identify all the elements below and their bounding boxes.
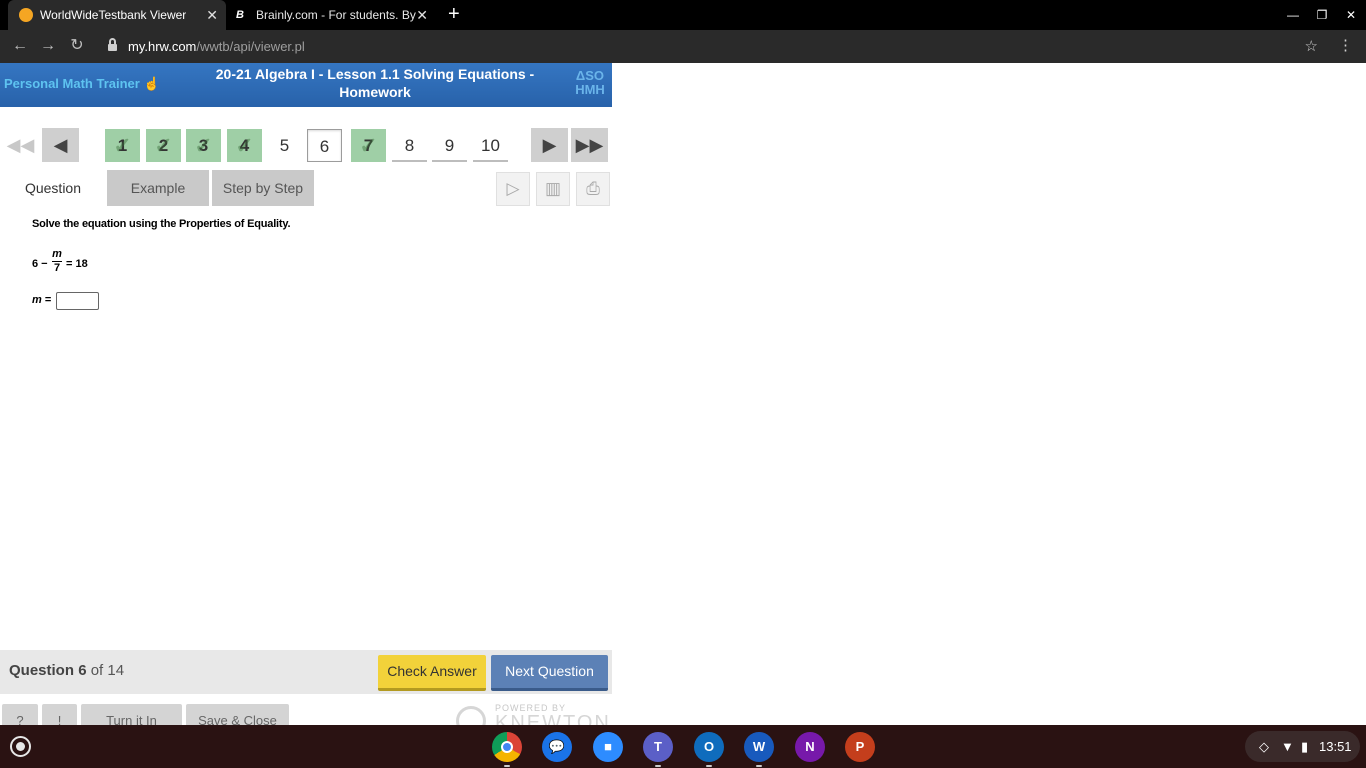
question-tabs: Question Example Step by Step ▷ ▥ ⎙ xyxy=(0,170,612,206)
answer-equals: = xyxy=(44,294,52,306)
hand-icon: ☝ xyxy=(143,76,160,91)
powerpoint-icon[interactable]: P xyxy=(845,732,875,762)
knewton-wordmark: KNEWTON xyxy=(495,712,611,726)
wifi-icon: ▼ xyxy=(1281,739,1294,754)
question-9-button[interactable]: 9 xyxy=(432,129,467,162)
teams-running-indicator xyxy=(655,765,661,767)
fraction-numerator: m xyxy=(52,248,62,262)
equation-lead: 6 − xyxy=(32,258,48,270)
question-3-button[interactable]: 3 ✓ xyxy=(186,129,221,162)
viewer-favicon-icon xyxy=(19,8,33,22)
reload-icon[interactable]: ↻ xyxy=(67,36,87,56)
restore-icon[interactable]: ❐ xyxy=(1310,0,1334,30)
os-taskbar: 💬 ■ T O W N P ◇ ▼ ▮ 13:51 xyxy=(0,725,1366,768)
video-play-icon[interactable]: ▷ xyxy=(496,172,530,206)
word-icon[interactable]: W xyxy=(744,732,774,762)
browser-menu-icon[interactable]: ⋮ xyxy=(1338,36,1353,56)
hmh-logo: ΔSO HMH xyxy=(575,68,605,97)
tab-title: WorldWideTestbank Viewer xyxy=(40,8,187,22)
checkmark-icon: ✓ xyxy=(194,133,213,158)
teams-icon[interactable]: T xyxy=(643,732,673,762)
new-tab-plus-icon[interactable]: + xyxy=(448,0,460,30)
clock-time: 13:51 xyxy=(1319,739,1352,754)
print-icon[interactable]: ⎙ xyxy=(576,172,610,206)
outlook-running-indicator xyxy=(706,765,712,767)
question-8-button[interactable]: 8 xyxy=(392,129,427,162)
turn-it-in-button[interactable]: Turn it In xyxy=(81,704,182,726)
tab-example[interactable]: Example xyxy=(107,170,209,206)
ebook-icon[interactable]: ▥ xyxy=(536,172,570,206)
minimize-icon[interactable]: — xyxy=(1281,0,1305,30)
messages-icon[interactable]: 💬 xyxy=(542,732,572,762)
previous-question-icon[interactable]: ◀ xyxy=(42,128,79,162)
help-button[interactable]: ? xyxy=(2,704,38,726)
answer-input[interactable] xyxy=(56,292,99,310)
notification-icon: ◇ xyxy=(1259,739,1269,754)
last-question-icon[interactable]: ▶▶ xyxy=(571,128,608,162)
question-counter: Question 6 of 14 xyxy=(9,662,125,679)
personal-math-trainer-logo: Personal Math Trainer ☝ xyxy=(4,76,160,91)
info-button[interactable]: ! xyxy=(42,704,77,726)
checkmark-icon: ✓ xyxy=(113,133,132,158)
address-bar[interactable]: my.hrw.com/wwtb/api/viewer.pl ☆ xyxy=(98,33,1326,60)
checkmark-icon: ✓ xyxy=(359,133,378,158)
lock-icon xyxy=(108,38,117,52)
tab-step-by-step[interactable]: Step by Step xyxy=(212,170,314,206)
bookmark-star-icon[interactable]: ☆ xyxy=(1305,33,1318,60)
question-footer: Question 6 of 14 Check Answer Next Quest… xyxy=(0,650,612,694)
check-answer-button[interactable]: Check Answer xyxy=(378,655,486,691)
tab-question[interactable]: Question xyxy=(12,170,94,206)
brainly-favicon-icon: B xyxy=(236,9,244,21)
browser-tab-bar: WorldWideTestbank Viewer ✕ B Brainly.com… xyxy=(0,0,1366,30)
zoom-icon[interactable]: ■ xyxy=(593,732,623,762)
question-4-button[interactable]: 4 ✓ xyxy=(227,129,262,162)
browser-toolbar: ← → ↻ my.hrw.com/wwtb/api/viewer.pl ☆ ⋮ xyxy=(0,30,1366,63)
assignment-title: 20-21 Algebra I - Lesson 1.1 Solving Equ… xyxy=(215,66,535,100)
tab-title: Brainly.com - For students. By st xyxy=(256,8,416,22)
viewer-header: Personal Math Trainer ☝ 20-21 Algebra I … xyxy=(0,63,612,107)
url-text: my.hrw.com/wwtb/api/viewer.pl xyxy=(128,39,305,54)
answer-variable: m xyxy=(32,294,42,306)
question-1-button[interactable]: 1 ✓ xyxy=(105,129,140,162)
equation-tail: = 18 xyxy=(66,258,88,270)
fraction-denominator: 7 xyxy=(53,262,61,274)
back-arrow-icon[interactable]: ← xyxy=(10,36,30,56)
question-7-button[interactable]: 7 ✓ xyxy=(351,129,386,162)
outlook-icon[interactable]: O xyxy=(694,732,724,762)
first-question-icon[interactable]: ◀◀ xyxy=(2,128,39,162)
answer-row: m = xyxy=(32,292,99,310)
battery-icon: ▮ xyxy=(1301,739,1309,754)
forward-arrow-icon[interactable]: → xyxy=(38,36,58,56)
chrome-running-indicator xyxy=(504,765,510,767)
close-tab-icon[interactable]: ✕ xyxy=(206,0,218,30)
question-content: Solve the equation using the Properties … xyxy=(32,218,592,310)
chrome-icon[interactable] xyxy=(492,732,522,762)
next-question-arrow-icon[interactable]: ▶ xyxy=(531,128,568,162)
checkmark-icon: ✓ xyxy=(154,133,173,158)
onenote-icon[interactable]: N xyxy=(795,732,825,762)
system-tray[interactable]: ◇ ▼ ▮ 13:51 xyxy=(1245,731,1360,762)
question-10-button[interactable]: 10 xyxy=(473,129,508,162)
launcher-icon[interactable] xyxy=(10,736,31,757)
browser-tab-brainly[interactable]: B Brainly.com - For students. By st ✕ xyxy=(230,0,436,30)
browser-tab-viewer[interactable]: WorldWideTestbank Viewer ✕ xyxy=(8,0,226,30)
next-question-button[interactable]: Next Question xyxy=(491,655,608,691)
fraction: m 7 xyxy=(52,248,62,275)
checkmark-icon: ✓ xyxy=(235,133,254,158)
save-close-button[interactable]: Save & Close xyxy=(186,704,289,726)
word-running-indicator xyxy=(756,765,762,767)
close-tab-icon[interactable]: ✕ xyxy=(416,0,428,30)
question-navigator: ◀◀ ◀ 1 ✓ 2 ✓ 3 ✓ 4 ✓ 5 6 7 ✓ 8 9 10 ▶ ▶▶ xyxy=(0,127,612,167)
question-instruction: Solve the equation using the Properties … xyxy=(32,218,291,230)
question-2-button[interactable]: 2 ✓ xyxy=(146,129,181,162)
question-5-button[interactable]: 5 xyxy=(267,129,302,162)
question-6-button[interactable]: 6 xyxy=(307,129,342,162)
close-window-icon[interactable]: ✕ xyxy=(1339,0,1363,30)
knewton-logo-icon xyxy=(456,706,490,726)
